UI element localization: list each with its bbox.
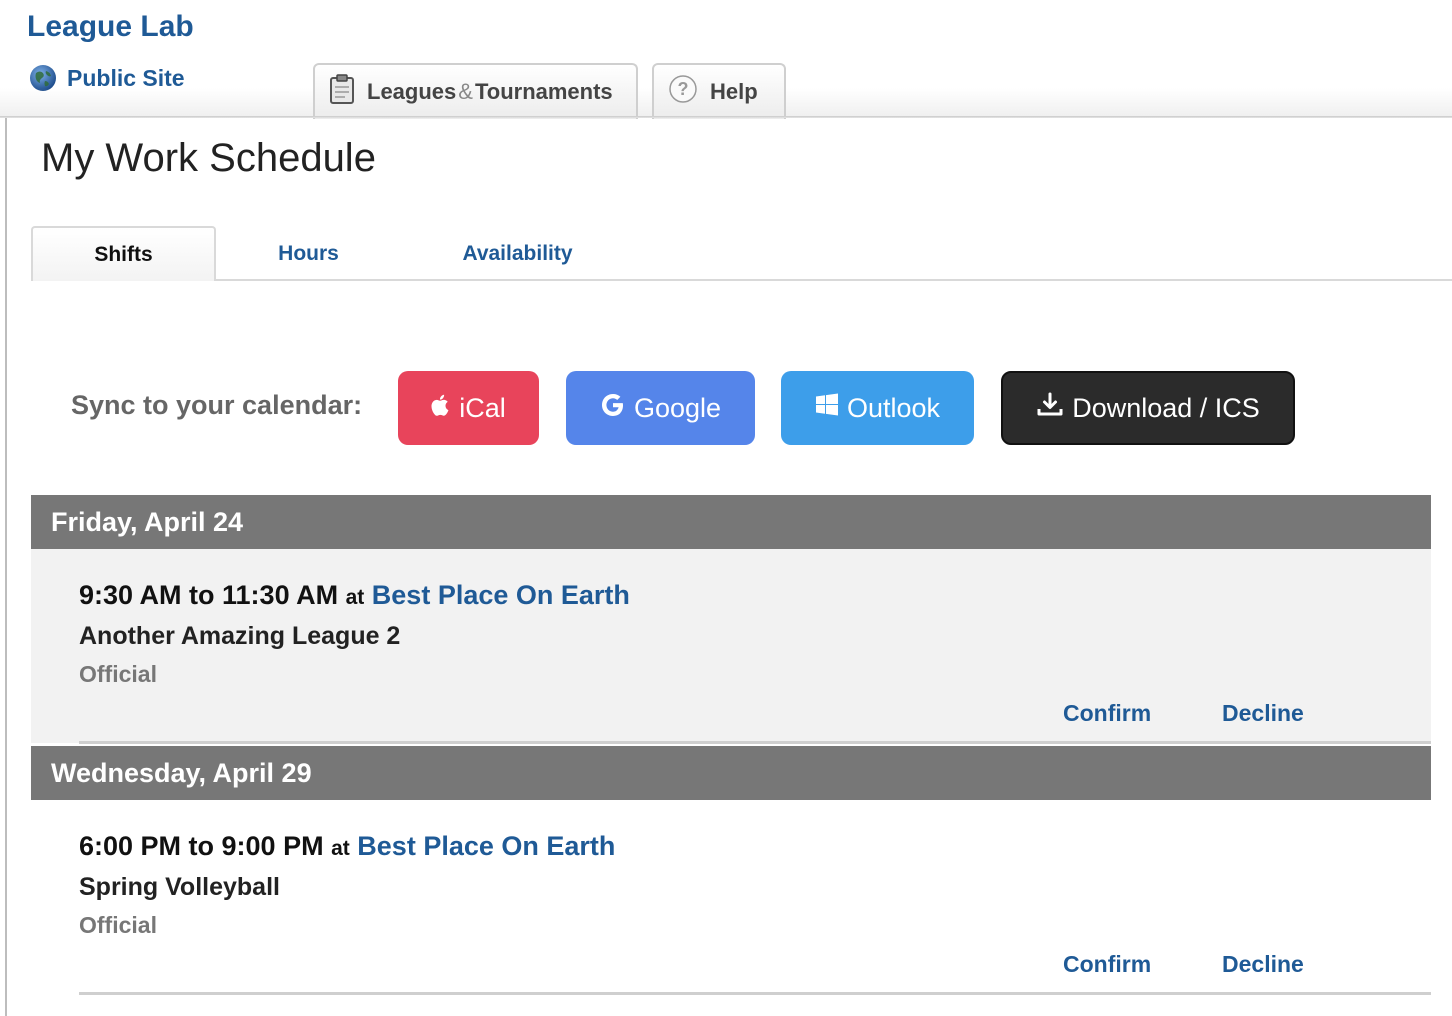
download-ics-label: Download / ICS xyxy=(1072,392,1260,423)
apple-icon xyxy=(431,393,451,424)
confirm-link[interactable]: Confirm xyxy=(1063,700,1151,727)
outlook-label: Outlook xyxy=(846,392,941,423)
google-button[interactable]: Google xyxy=(566,371,755,445)
tab-hours[interactable]: Hours xyxy=(236,226,381,281)
shift-item: 9:30 AM to 11:30 AM at Best Place On Ear… xyxy=(31,549,1431,743)
google-icon xyxy=(600,392,626,425)
sync-label: Sync to your calendar: xyxy=(71,390,363,420)
tab-leagues-label: Leagues xyxy=(367,79,457,104)
shift-role: Official xyxy=(79,661,157,687)
venue-link[interactable]: Best Place On Earth xyxy=(372,580,630,610)
shift-divider xyxy=(79,741,1431,744)
brand-title[interactable]: League Lab xyxy=(27,10,194,44)
shift-item: 6:00 PM to 9:00 PM at Best Place On Eart… xyxy=(31,800,1431,994)
windows-icon xyxy=(815,393,839,424)
tab-leagues-tournaments[interactable]: Leagues & Tournaments xyxy=(313,63,638,119)
download-ics-button[interactable]: Download / ICS xyxy=(1001,371,1295,445)
day-header: Wednesday, April 29 xyxy=(31,746,1431,800)
page-title: My Work Schedule xyxy=(41,136,376,180)
tab-tournaments-label: Tournaments xyxy=(474,79,613,104)
shift-role: Official xyxy=(79,912,157,938)
svg-text:?: ? xyxy=(678,79,689,99)
decline-link[interactable]: Decline xyxy=(1222,951,1304,978)
shift-time-line: 9:30 AM to 11:30 AM at Best Place On Ear… xyxy=(79,580,630,611)
confirm-link[interactable]: Confirm xyxy=(1063,951,1151,978)
ical-label: iCal xyxy=(459,392,506,423)
header-divider xyxy=(0,116,1452,118)
shift-time-line: 6:00 PM to 9:00 PM at Best Place On Eart… xyxy=(79,831,615,862)
shift-divider xyxy=(79,992,1431,995)
ical-button[interactable]: iCal xyxy=(398,371,539,445)
tab-leagues-amp: & xyxy=(458,79,473,104)
league-name: Another Amazing League 2 xyxy=(79,622,401,650)
shift-time: 6:00 PM to 9:00 PM xyxy=(79,831,324,861)
tab-help[interactable]: ? Help xyxy=(652,63,786,119)
tab-help-label: Help xyxy=(710,79,758,104)
outlook-button[interactable]: Outlook xyxy=(781,371,974,445)
tab-availability[interactable]: Availability xyxy=(440,226,595,281)
shift-time: 9:30 AM to 11:30 AM xyxy=(79,580,339,610)
left-border xyxy=(5,118,7,1016)
download-icon xyxy=(1036,391,1064,426)
clipboard-icon xyxy=(329,74,355,110)
help-icon: ? xyxy=(668,74,698,110)
decline-link[interactable]: Decline xyxy=(1222,700,1304,727)
league-name: Spring Volleyball xyxy=(79,873,280,901)
google-label: Google xyxy=(633,392,722,423)
shift-at: at xyxy=(345,586,365,609)
venue-link[interactable]: Best Place On Earth xyxy=(357,831,615,861)
tab-shifts[interactable]: Shifts xyxy=(31,226,216,281)
day-header: Friday, April 24 xyxy=(31,495,1431,549)
shift-at: at xyxy=(331,837,350,860)
